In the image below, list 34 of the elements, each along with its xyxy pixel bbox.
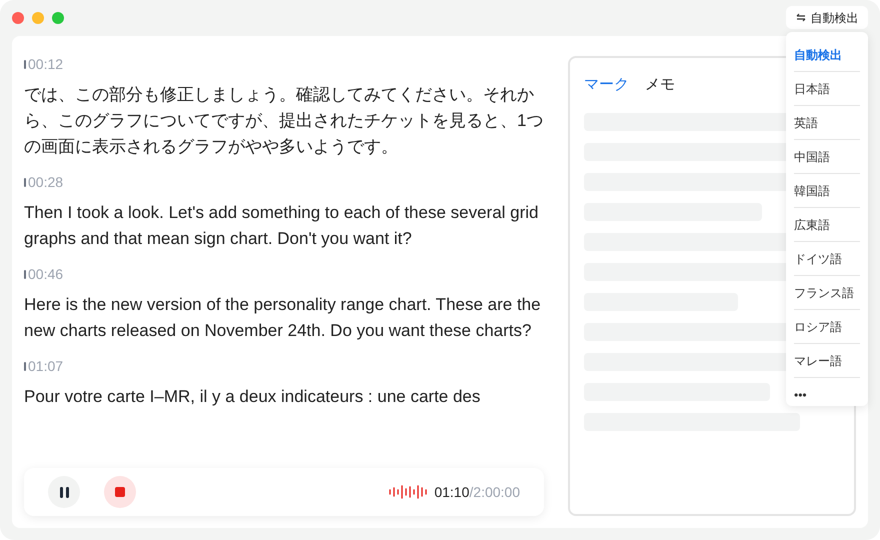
pause-icon bbox=[60, 486, 68, 498]
stop-icon bbox=[115, 487, 125, 497]
total-time: /2:00:00 bbox=[469, 484, 520, 500]
panel-tab[interactable]: マーク bbox=[584, 74, 629, 96]
menu-item[interactable]: ••• bbox=[794, 378, 860, 412]
menu-item[interactable]: 自動検出 bbox=[794, 38, 860, 72]
menu-item[interactable]: 韓国語 bbox=[794, 174, 860, 208]
tick-mark bbox=[24, 270, 26, 278]
tick-mark bbox=[24, 178, 26, 186]
transcript-text: では、この部分も修正しましょう。確認してみてください。それから、このグラフについてですが、提出されたチケットを見ると、1つの画面に表示されるグラフがやや多いようです。 bbox=[24, 84, 544, 158]
menu-item[interactable]: ドイツ語 bbox=[794, 242, 860, 276]
tick-mark bbox=[24, 362, 26, 370]
timestamp: 00:12 bbox=[28, 55, 64, 74]
elapsed-time: 01:10 bbox=[434, 484, 470, 500]
timestamp: 01:07 bbox=[28, 357, 64, 376]
panel-tab[interactable]: メモ bbox=[645, 74, 675, 96]
tick-mark bbox=[24, 60, 26, 68]
menu-item[interactable]: 英語 bbox=[794, 106, 860, 140]
menu-item[interactable]: 日本語 bbox=[794, 72, 860, 106]
swap-icon bbox=[796, 13, 806, 22]
transcript-text: Pour votre carte I–MR, il y a deux indicateurs : une carte des bbox=[24, 386, 482, 408]
timestamp: 00:46 bbox=[28, 265, 64, 284]
menu-item[interactable]: ロシア語 bbox=[794, 310, 860, 344]
waveform-icon bbox=[389, 485, 428, 499]
menu-item[interactable]: 中国語 bbox=[794, 140, 860, 174]
menu-item[interactable]: フランス語 bbox=[794, 276, 860, 310]
transcript-text: Here is the new version of the personality range chart. These are the new charts released on November 24th. Do you want these charts? bbox=[24, 294, 542, 342]
pause-button[interactable] bbox=[48, 476, 80, 508]
timestamp: 00:28 bbox=[28, 173, 64, 192]
transcript-text: Then I took a look. Let's add something to each of these several grid graphs and that mean sign chart. Don't you want it? bbox=[24, 202, 540, 250]
menu-item[interactable]: マレー語 bbox=[794, 344, 860, 378]
language-button[interactable]: 自動検出 bbox=[786, 6, 868, 29]
menu-item[interactable]: 広東語 bbox=[794, 208, 860, 242]
stop-button[interactable] bbox=[104, 476, 136, 508]
